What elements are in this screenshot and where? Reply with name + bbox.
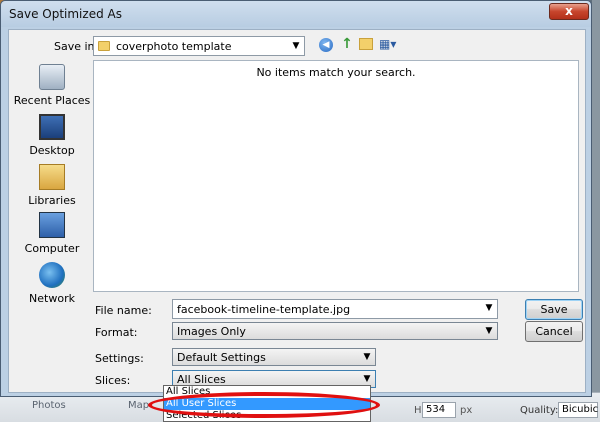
close-button[interactable]: x	[549, 3, 589, 20]
slices-label: Slices:	[95, 374, 131, 387]
place-label: Desktop	[29, 144, 75, 157]
save-optimized-as-dialog: Save Optimized As x Save in: coverphoto …	[0, 0, 592, 397]
background-quality-select: Bicubic	[558, 402, 598, 418]
format-value: Images Only	[177, 325, 246, 338]
places-bar: Recent Places Desktop Libraries Computer…	[13, 60, 91, 322]
chevron-down-icon: ▼	[363, 352, 371, 362]
back-icon[interactable]: ◀	[319, 38, 333, 52]
computer-icon	[39, 212, 65, 238]
background-photos-tab: Photos	[32, 400, 66, 411]
save-button[interactable]: Save	[525, 299, 583, 320]
background-panel-right	[592, 0, 600, 422]
place-label: Computer	[24, 242, 80, 255]
place-desktop[interactable]: Desktop	[13, 114, 91, 160]
background-quality-label: Quality:	[520, 405, 559, 416]
file-name-value: facebook-timeline-template.jpg	[177, 303, 351, 316]
save-in-value: coverphoto template	[116, 40, 232, 53]
save-in-label: Save in:	[54, 40, 99, 53]
save-in-combo[interactable]: coverphoto template ▼	[93, 36, 305, 56]
annotation-oval	[148, 392, 380, 418]
cancel-button[interactable]: Cancel	[525, 321, 583, 342]
empty-list-message: No items match your search.	[256, 66, 416, 79]
settings-value: Default Settings	[177, 351, 266, 364]
format-label: Format:	[95, 326, 138, 339]
chevron-down-icon: ▼	[292, 41, 300, 51]
new-folder-icon[interactable]	[359, 38, 373, 50]
place-computer[interactable]: Computer	[13, 212, 91, 258]
place-label: Recent Places	[13, 94, 91, 107]
place-label: Libraries	[28, 194, 76, 207]
dialog-client-area: Save in: coverphoto template ▼ ◀ ↑ ▦▾ Re…	[8, 29, 586, 393]
file-name-input[interactable]: facebook-timeline-template.jpg ▼	[172, 299, 498, 319]
file-list[interactable]: No items match your search.	[93, 60, 579, 292]
view-menu-icon[interactable]: ▦▾	[379, 36, 403, 52]
chevron-down-icon[interactable]: ▼	[483, 302, 495, 314]
chevron-down-icon: ▼	[363, 374, 371, 384]
background-map-tab: Map	[128, 400, 150, 411]
place-network[interactable]: Network	[13, 262, 91, 308]
settings-select[interactable]: Default Settings ▼	[172, 348, 376, 366]
up-folder-icon[interactable]: ↑	[339, 36, 355, 52]
network-icon	[39, 262, 65, 288]
place-label: Network	[29, 292, 75, 305]
settings-label: Settings:	[95, 352, 144, 365]
dialog-title: Save Optimized As	[9, 7, 122, 21]
background-unit-label: px	[460, 405, 473, 416]
place-libraries[interactable]: Libraries	[13, 164, 91, 210]
background-height-field: 534	[422, 402, 456, 418]
dialog-titlebar: Save Optimized As x	[1, 1, 591, 27]
format-select[interactable]: Images Only ▼	[172, 322, 498, 340]
folder-icon	[98, 41, 110, 51]
place-recent-places[interactable]: Recent Places	[13, 64, 91, 110]
chevron-down-icon: ▼	[485, 326, 493, 336]
libraries-icon	[39, 164, 65, 190]
desktop-icon	[39, 114, 65, 140]
recent-places-icon	[39, 64, 65, 90]
file-name-label: File name:	[95, 304, 152, 317]
